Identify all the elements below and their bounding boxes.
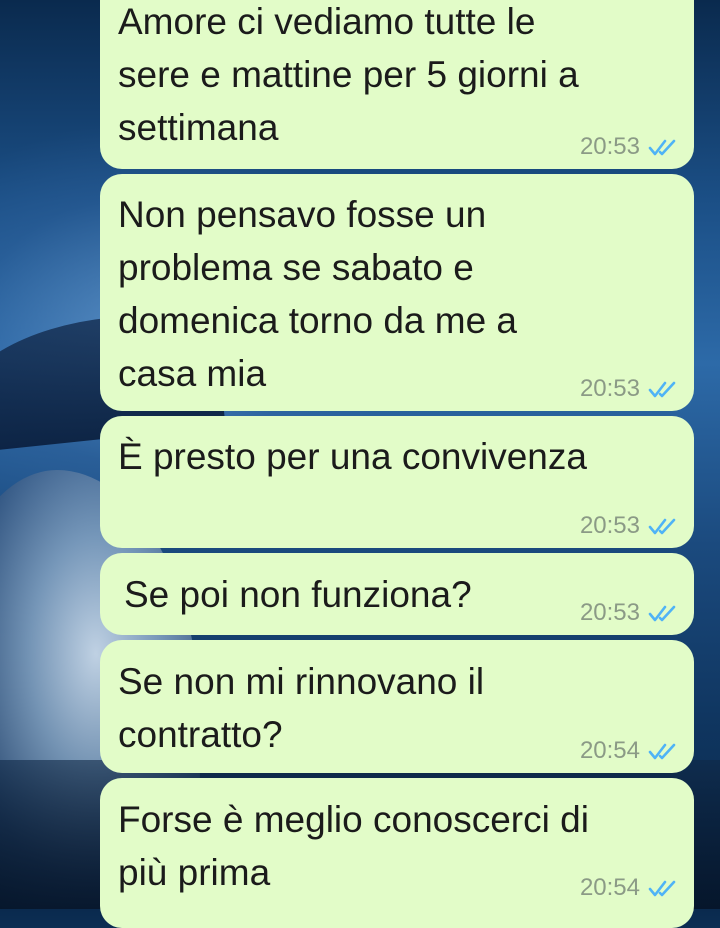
message-line: Se non mi rinnovano il bbox=[118, 661, 485, 702]
message-text: È presto per una convivenza bbox=[118, 430, 587, 483]
double-check-icon bbox=[648, 379, 678, 399]
double-check-icon bbox=[648, 878, 678, 898]
message-timestamp: 20:54 bbox=[579, 737, 640, 764]
message-line: settimana bbox=[118, 107, 279, 148]
message-line: Forse è meglio conoscerci di bbox=[118, 799, 589, 840]
message-meta: 20:53 bbox=[580, 599, 678, 627]
message-timestamp: 20:53 bbox=[579, 375, 640, 402]
message-text: Amore ci vediamo tutte le sere e mattine… bbox=[118, 0, 579, 154]
message-line: sere e mattine per 5 giorni a bbox=[118, 54, 579, 95]
double-check-icon bbox=[648, 603, 678, 623]
message-timestamp: 20:54 bbox=[579, 874, 640, 901]
message-line: casa mia bbox=[118, 353, 267, 394]
message-meta: 20:54 bbox=[580, 737, 678, 765]
message-line: Se poi non funziona? bbox=[124, 574, 472, 615]
double-check-icon bbox=[648, 741, 678, 761]
message-text: Non pensavo fosse un problema se sabato … bbox=[118, 188, 517, 400]
message-meta: 20:53 bbox=[580, 375, 678, 403]
message-timestamp: 20:53 bbox=[579, 512, 640, 539]
message-timestamp: 20:53 bbox=[579, 133, 640, 160]
message-line: Amore ci vediamo tutte le bbox=[118, 1, 536, 42]
message-bubble[interactable]: Se poi non funziona? 20:53 bbox=[100, 553, 694, 635]
message-bubble[interactable]: Non pensavo fosse un problema se sabato … bbox=[100, 174, 694, 411]
double-check-icon bbox=[648, 516, 678, 536]
message-line: Non pensavo fosse un bbox=[118, 194, 487, 235]
message-meta: 20:53 bbox=[580, 133, 678, 161]
message-text: Forse è meglio conoscerci di più prima bbox=[118, 793, 589, 899]
double-check-icon bbox=[648, 137, 678, 157]
message-line: contratto? bbox=[118, 714, 283, 755]
message-text: Se non mi rinnovano il contratto? bbox=[118, 655, 484, 761]
message-bubble[interactable]: È presto per una convivenza 20:53 bbox=[100, 416, 694, 548]
message-bubble[interactable]: Se non mi rinnovano il contratto? 20:54 bbox=[100, 640, 694, 773]
message-bubble[interactable]: Forse è meglio conoscerci di più prima 2… bbox=[100, 778, 694, 928]
message-line: problema se sabato e bbox=[118, 247, 474, 288]
message-bubble[interactable]: Amore ci vediamo tutte le sere e mattine… bbox=[100, 0, 694, 169]
message-line: È presto per una convivenza bbox=[118, 436, 587, 477]
message-line: domenica torno da me a bbox=[118, 300, 518, 341]
message-text: Se poi non funziona? bbox=[124, 568, 472, 621]
message-line: più prima bbox=[118, 852, 271, 893]
message-meta: 20:53 bbox=[580, 512, 678, 540]
message-meta: 20:54 bbox=[580, 874, 678, 902]
message-timestamp: 20:53 bbox=[579, 599, 640, 626]
